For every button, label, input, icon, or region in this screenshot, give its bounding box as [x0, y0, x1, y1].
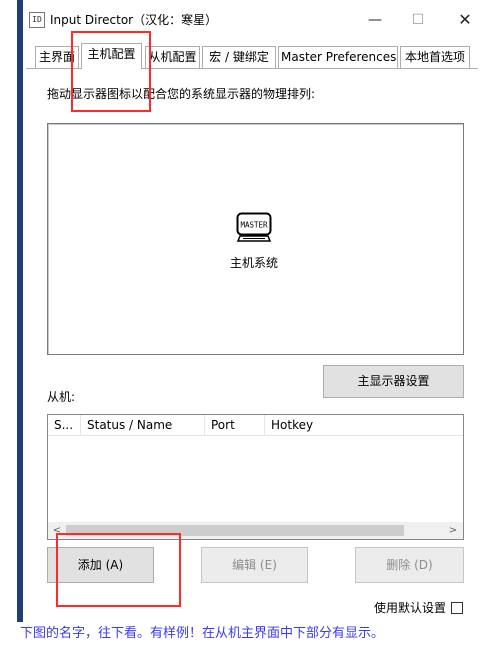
tab-local-preferences[interactable]: 本地首选项 [400, 46, 470, 68]
use-default-settings-label: 使用默认设置 [374, 601, 447, 615]
tab-macro-hotkeys[interactable]: 宏 / 键绑定 [202, 46, 276, 68]
annotation-highlight-add-button [56, 533, 181, 607]
minimize-button[interactable]: — [365, 11, 385, 29]
close-button[interactable]: ✕ [455, 11, 475, 29]
tab-host-config[interactable]: 主机配置 [81, 43, 142, 69]
primary-display-settings-button[interactable]: 主显示器设置 [323, 365, 464, 398]
annotation-note: 下图的名字，往下看。有样例！在从机主界面中下部分有显示。 [20, 626, 385, 641]
column-header-status-name[interactable]: Status / Name [81, 415, 205, 435]
scroll-right-arrow-icon[interactable]: > [446, 522, 460, 539]
column-header-port[interactable]: Port [205, 415, 265, 435]
edit-button[interactable]: 编辑 (E) [201, 547, 308, 583]
maximize-button[interactable]: ☐ [408, 11, 428, 29]
tab-master-preferences[interactable]: Master Preferences [278, 46, 398, 68]
slaves-label: 从机: [47, 390, 76, 404]
monitor-label: MASTER [240, 221, 268, 230]
delete-button[interactable]: 删除 (D) [355, 547, 464, 583]
master-monitor-icon[interactable]: MASTER [236, 212, 272, 246]
use-default-settings-checkbox[interactable] [451, 602, 463, 614]
host-system-label: 主机系统 [229, 256, 278, 270]
tab-slave-config[interactable]: 从机配置 [145, 46, 200, 68]
header-divider [48, 435, 463, 436]
window-title: Input Director（汉化：寒星） [50, 13, 218, 27]
app-logo-icon: ID [29, 12, 45, 28]
column-header-hotkey[interactable]: Hotkey [265, 415, 463, 435]
column-header-status-short[interactable]: S... [48, 415, 81, 435]
